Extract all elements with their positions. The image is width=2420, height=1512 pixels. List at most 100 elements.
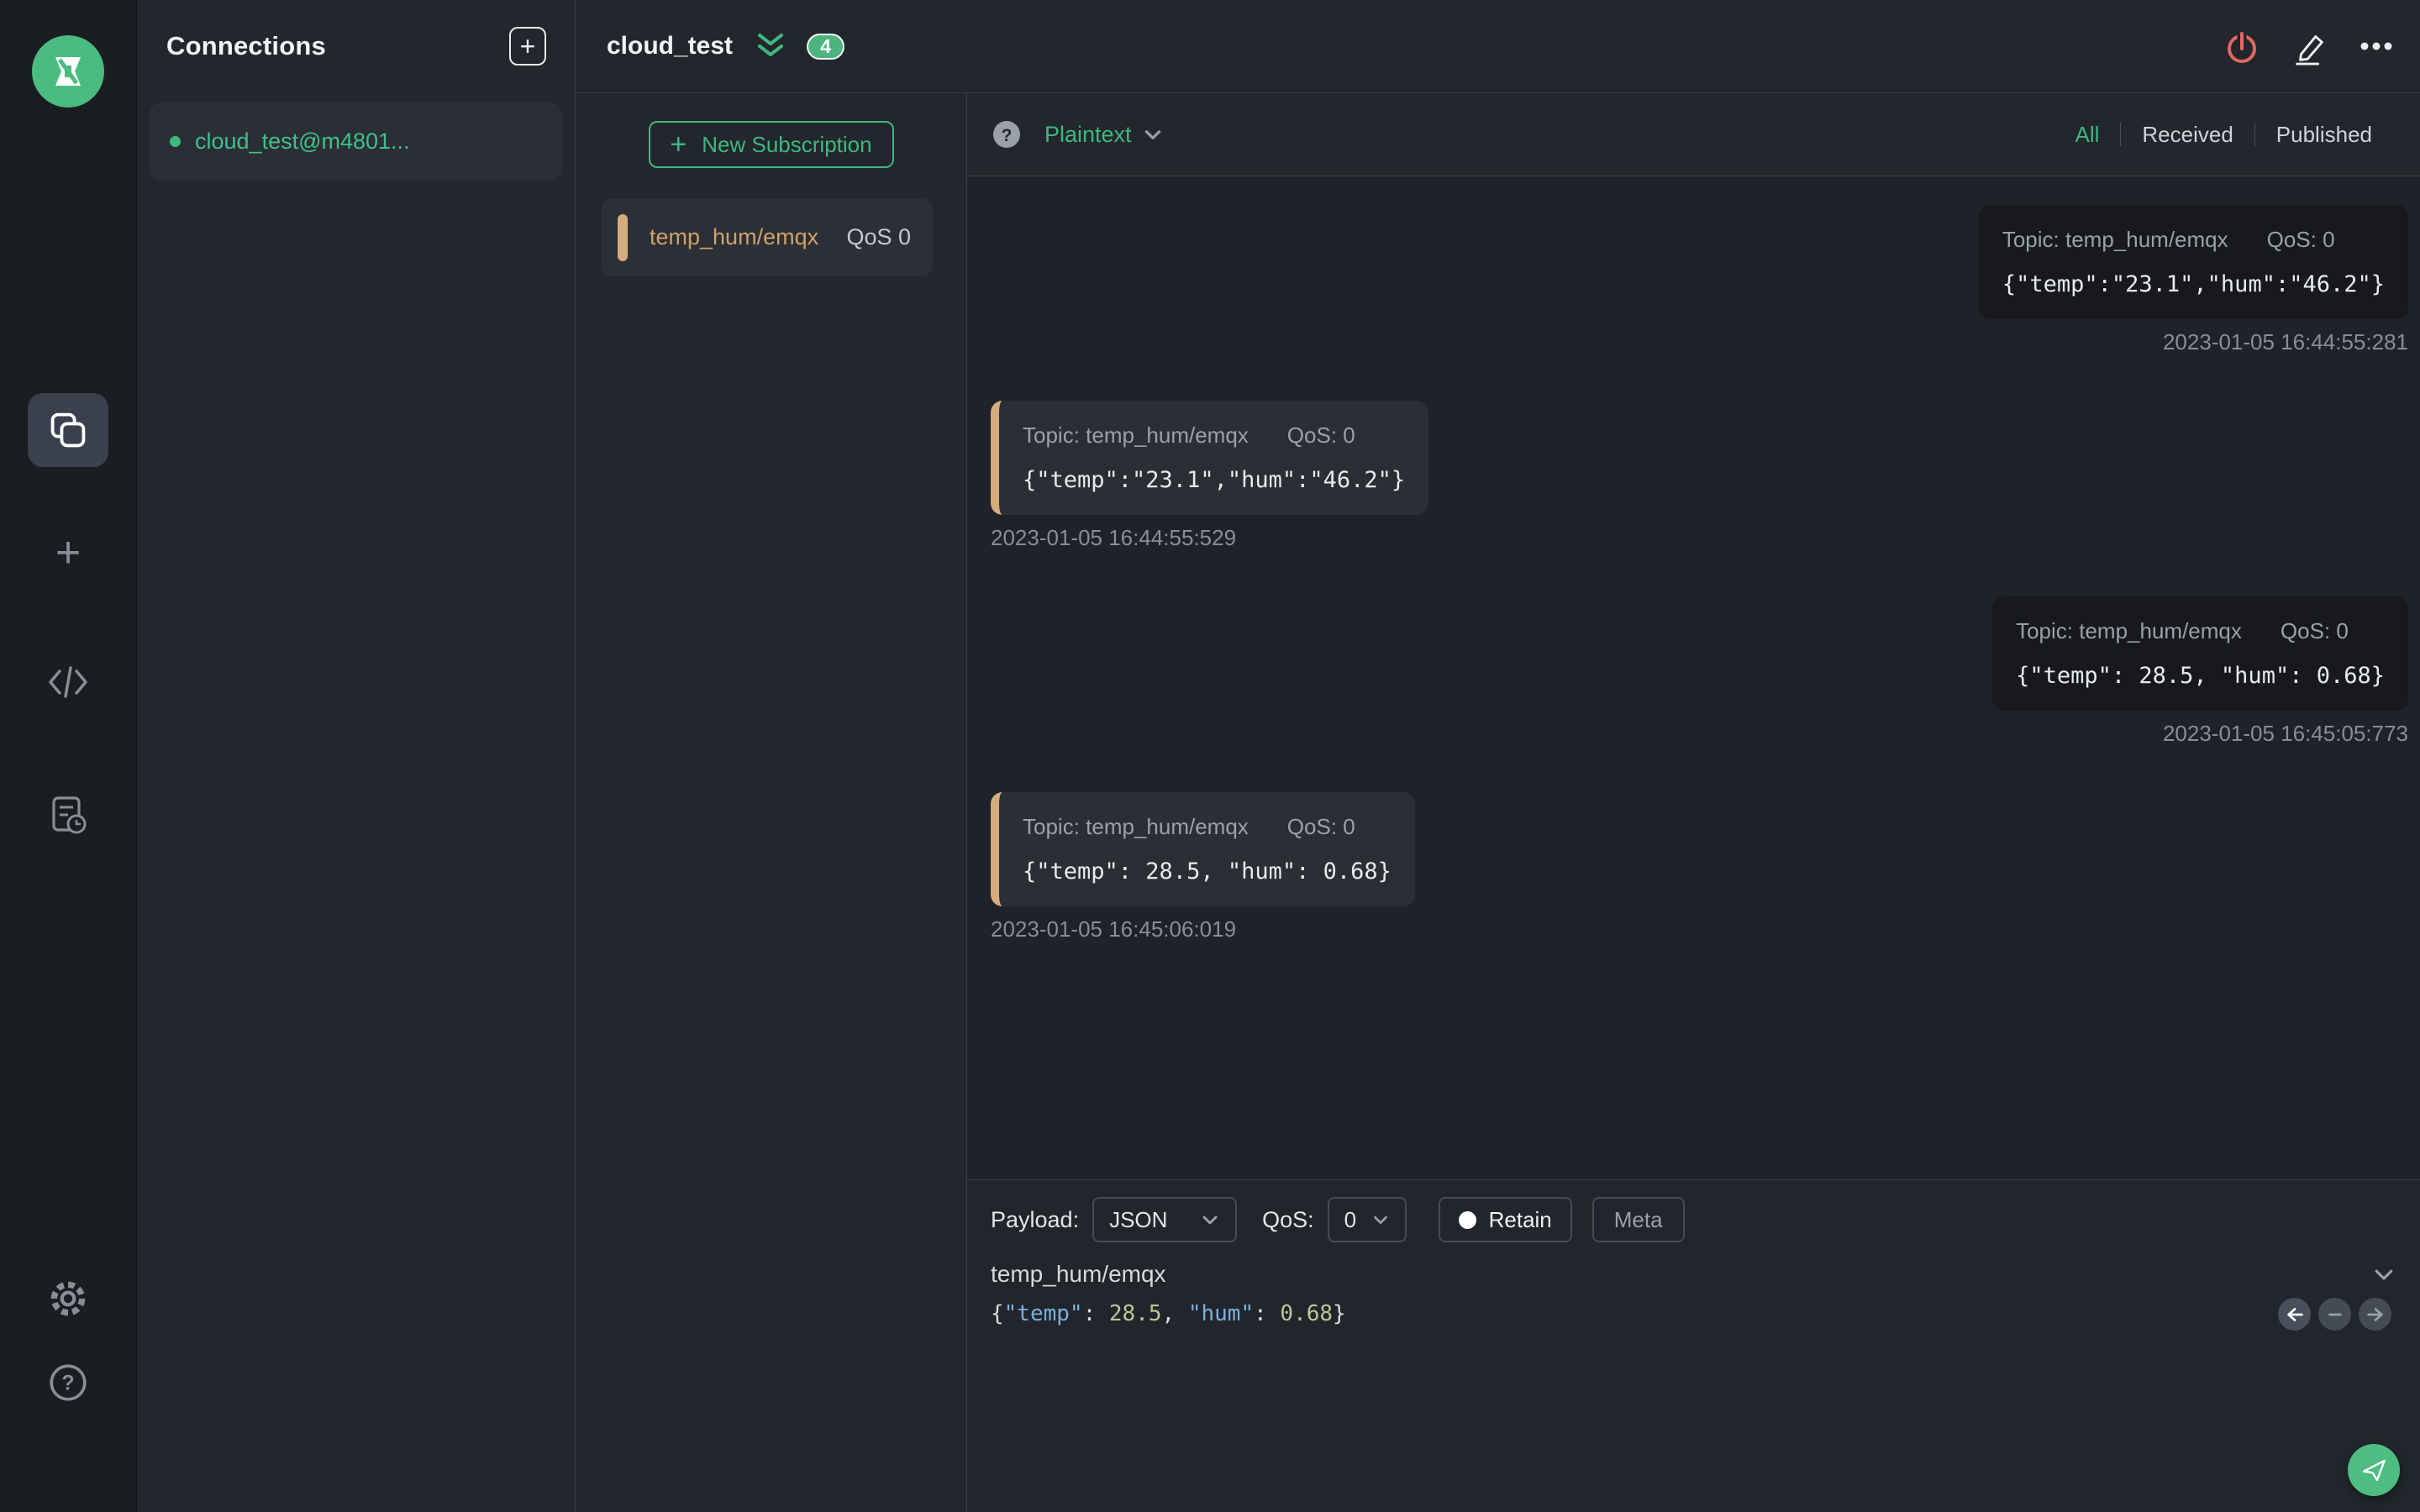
qos-value: 0 [1344, 1206, 1357, 1232]
filter-all[interactable]: All [2054, 122, 2120, 148]
payload-token: "temp" [1003, 1301, 1083, 1326]
message-timestamp: 2023-01-05 16:45:05:773 [2162, 721, 2408, 746]
message-published: Topic: temp_hum/emqx QoS: 0 {"temp":"23.… [991, 205, 2408, 355]
history-prev-button[interactable] [2278, 1298, 2311, 1331]
power-icon [2228, 28, 2256, 63]
message-received: Topic: temp_hum/emqx QoS: 0 {"temp":"23.… [991, 401, 2408, 551]
new-subscription-label: New Subscription [702, 131, 872, 157]
message-topic: Topic: temp_hum/emqx [1023, 814, 1249, 839]
message-list: Topic: temp_hum/emqx QoS: 0 {"temp":"23.… [967, 176, 2420, 1179]
message-qos: QoS: 0 [1286, 814, 1355, 839]
message-bubble[interactable]: Topic: temp_hum/emqx QoS: 0 {"temp":"23.… [991, 401, 1429, 515]
message-payload: {"temp": 28.5, "hum": 0.68} [2016, 663, 2385, 689]
connection-title: cloud_test [607, 32, 734, 60]
arrow-right-icon [2366, 1307, 2383, 1321]
message-payload: {"temp": 28.5, "hum": 0.68} [1023, 858, 1392, 885]
meta-button[interactable]: Meta [1591, 1197, 1685, 1242]
connection-name: cloud_test@m4801... [195, 129, 410, 154]
message-timestamp: 2023-01-05 16:45:06:019 [991, 916, 1237, 942]
message-format-value: Plaintext [1044, 121, 1132, 147]
mqttx-logo [32, 35, 104, 108]
message-toolbar: ? Plaintext All Received Published [967, 93, 2420, 176]
icon-rail: + ? [0, 0, 137, 1512]
message-payload: {"temp":"23.1","hum":"46.2"} [2002, 271, 2385, 297]
settings-button[interactable] [28, 1262, 108, 1336]
message-bubble[interactable]: Topic: temp_hum/emqx QoS: 0 {"temp": 28.… [1992, 596, 2408, 711]
connections-title: Connections [166, 31, 326, 60]
payload-token: : [1082, 1301, 1109, 1326]
payload-type-select[interactable]: JSON [1092, 1197, 1238, 1242]
payload-history-nav [2278, 1298, 2391, 1331]
message-filters: All Received Published [2054, 122, 2393, 148]
more-ellipsis-icon [2360, 42, 2392, 50]
retain-toggle[interactable]: Retain [1438, 1197, 1572, 1242]
send-button[interactable] [2348, 1444, 2400, 1496]
plus-icon: + [519, 31, 536, 61]
message-topic: Topic: temp_hum/emqx [1023, 423, 1249, 448]
nav-connections-button[interactable] [28, 393, 108, 467]
add-connection-button[interactable]: + [509, 27, 546, 66]
connections-icon [50, 412, 86, 448]
disconnect-button[interactable] [2222, 26, 2262, 66]
more-options-button[interactable] [2358, 26, 2395, 66]
send-plane-icon [2362, 1459, 2386, 1482]
settings-gear-icon [50, 1281, 86, 1316]
payload-token: , [1161, 1301, 1188, 1326]
message-bubble[interactable]: Topic: temp_hum/emqx QoS: 0 {"temp":"23.… [1978, 205, 2408, 319]
chevron-down-icon [1373, 1215, 1387, 1225]
qos-label: QoS: [1262, 1206, 1314, 1232]
new-subscription-button[interactable]: + New Subscription [648, 121, 894, 168]
message-timestamp: 2023-01-05 16:44:55:281 [2162, 329, 2408, 354]
connection-header: cloud_test 4 [576, 0, 2420, 93]
chevron-down-icon [1144, 130, 1160, 139]
minus-icon [2328, 1313, 2342, 1315]
payload-token: 28.5 [1108, 1301, 1162, 1326]
history-clear-button[interactable] [2318, 1298, 2351, 1331]
payload-type-value: JSON [1109, 1206, 1168, 1232]
payload-token: 0.68 [1280, 1301, 1334, 1326]
question-icon: ? [993, 121, 1020, 148]
connection-status-dot [170, 136, 181, 147]
help-icon: ? [50, 1364, 87, 1401]
message-qos: QoS: 0 [2266, 227, 2335, 252]
script-icon [49, 666, 87, 698]
new-connection-button[interactable]: + [28, 516, 108, 590]
chevron-down-icon [1202, 1215, 1218, 1225]
svg-text:?: ? [61, 1371, 74, 1394]
help-button[interactable]: ? [28, 1346, 108, 1420]
message-format-dropdown[interactable]: Plaintext [1044, 122, 1164, 148]
payload-token: } [1333, 1301, 1346, 1326]
scripts-button[interactable] [28, 645, 108, 719]
new-connection-plus-icon: + [55, 528, 82, 577]
subscriptions-panel: + New Subscription temp_hum/emqx QoS 0 [576, 93, 967, 1512]
qos-select[interactable]: 0 [1327, 1197, 1407, 1242]
message-payload: {"temp":"23.1","hum":"46.2"} [1023, 467, 1406, 493]
payload-format-help-button[interactable]: ? [991, 118, 1023, 150]
payload-editor[interactable]: {"temp": 28.5, "hum": 0.68} [991, 1301, 2396, 1326]
filter-published[interactable]: Published [2255, 122, 2393, 148]
message-received: Topic: temp_hum/emqx QoS: 0 {"temp": 28.… [991, 792, 2408, 942]
subscription-item[interactable]: temp_hum/emqx QoS 0 [601, 198, 933, 276]
message-topic: Topic: temp_hum/emqx [2002, 227, 2228, 252]
payload-token: "hum" [1187, 1301, 1255, 1326]
log-button[interactable] [28, 778, 108, 852]
message-bubble[interactable]: Topic: temp_hum/emqx QoS: 0 {"temp": 28.… [991, 792, 1415, 906]
payload-label: Payload: [991, 1206, 1080, 1232]
filter-received[interactable]: Received [2121, 122, 2254, 148]
retain-label: Retain [1488, 1206, 1552, 1232]
history-next-button[interactable] [2359, 1298, 2391, 1331]
main-region: cloud_test 4 + New Subscription temp_hum… [576, 0, 2420, 1512]
subscription-color-bar [618, 213, 628, 261]
collapse-publish-button[interactable] [2371, 1262, 2396, 1287]
subscription-qos: QoS 0 [846, 224, 911, 249]
arrow-left-icon [2286, 1307, 2303, 1321]
topic-input[interactable]: temp_hum/emqx [991, 1261, 1166, 1288]
publish-toolbar: Payload: JSON QoS: 0 Retain Meta [991, 1180, 2396, 1242]
payload-token: : [1254, 1301, 1281, 1326]
double-chevron-down-icon [758, 34, 784, 56]
connection-item[interactable]: cloud_test@m4801... [150, 102, 562, 181]
collapse-panel-button[interactable] [755, 32, 786, 60]
svg-text:?: ? [1002, 126, 1013, 145]
message-qos: QoS: 0 [1286, 423, 1355, 448]
edit-connection-button[interactable] [2291, 26, 2329, 66]
